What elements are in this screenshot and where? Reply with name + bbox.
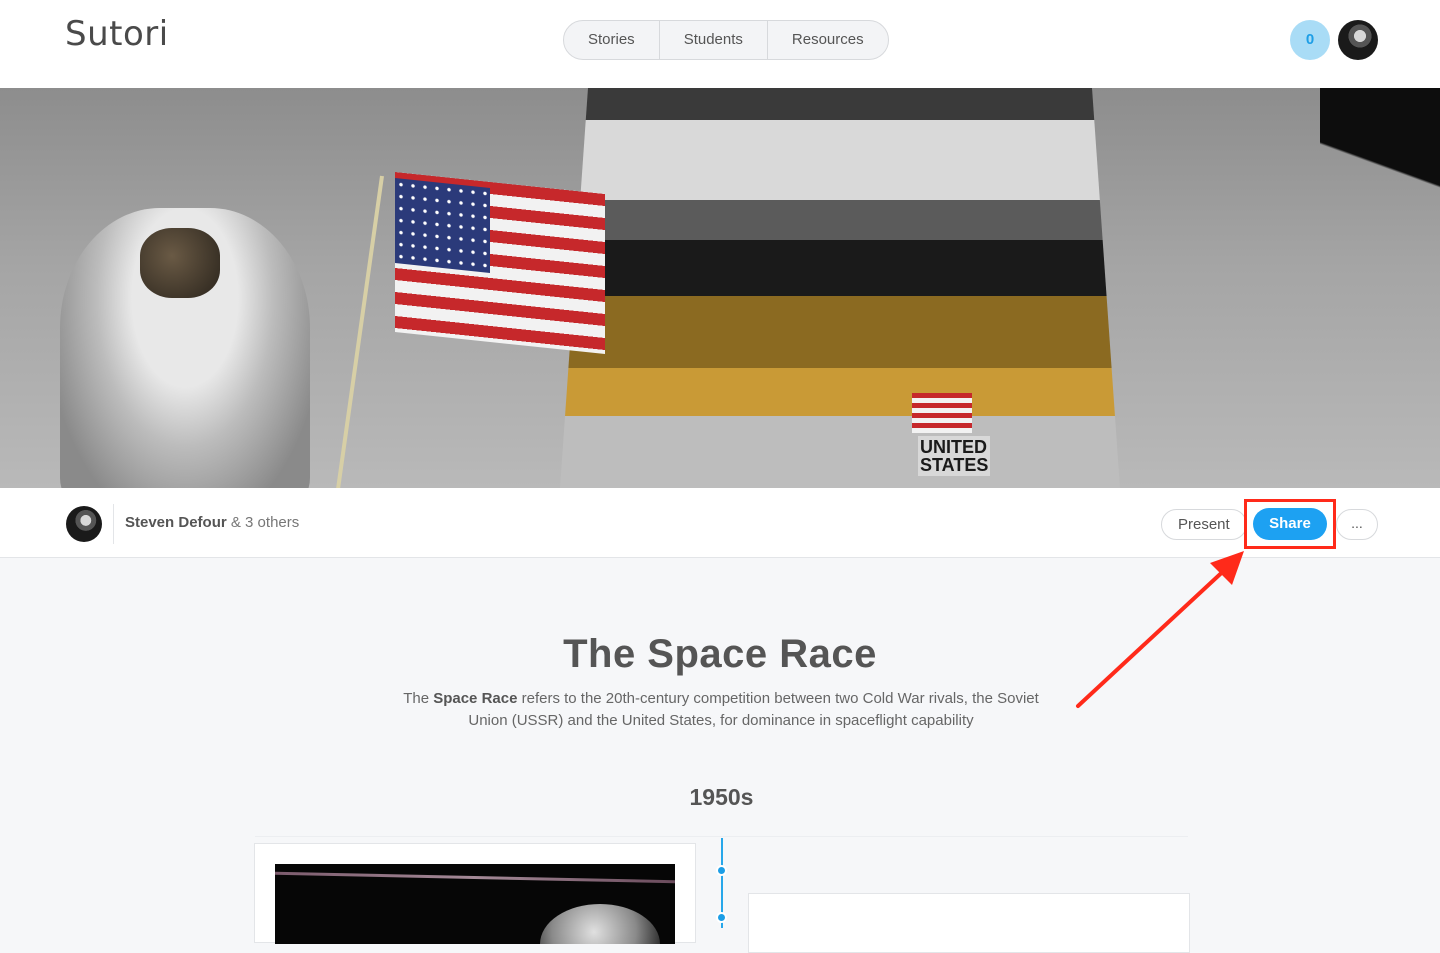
author-line[interactable]: Steven Defour & 3 others — [125, 514, 299, 531]
sutori-logo[interactable]: Sutori — [65, 14, 169, 54]
nav-students[interactable]: Students — [660, 21, 768, 59]
story-description: The Space Race refers to the 20th-centur… — [400, 688, 1042, 732]
desc-bold: Space Race — [433, 690, 518, 707]
nav-resources[interactable]: Resources — [768, 21, 888, 59]
notification-badge[interactable]: 0 — [1290, 20, 1330, 60]
cover-image: UNITED STATES — [0, 88, 1440, 488]
sputnik-antenna — [275, 871, 675, 884]
sputnik-image — [275, 864, 675, 944]
lander-decal-line-2: STATES — [920, 455, 989, 475]
author-name[interactable]: Steven Defour — [125, 514, 227, 531]
astronaut-visor — [140, 228, 220, 298]
era-divider — [255, 836, 1188, 837]
flag-pole — [335, 175, 384, 488]
author-avatar[interactable] — [66, 506, 102, 542]
top-header: Sutori Stories Students Resources 0 — [0, 0, 1440, 88]
lander-flag-decal — [912, 393, 972, 433]
main-nav: Stories Students Resources — [563, 20, 889, 60]
author-others[interactable]: & 3 others — [231, 514, 299, 531]
desc-prefix: The — [403, 690, 434, 707]
lander-decal-line-1: UNITED — [920, 437, 987, 457]
user-avatar[interactable] — [1338, 20, 1378, 60]
annotation-arrow — [1076, 551, 1244, 708]
timeline-card[interactable] — [254, 843, 696, 944]
sputnik-body — [540, 904, 660, 944]
timeline-card[interactable] — [748, 893, 1190, 953]
nav-stories[interactable]: Stories — [564, 21, 660, 59]
lunar-lander — [560, 88, 1120, 488]
flag-stars — [395, 178, 490, 273]
timeline-dot — [716, 865, 727, 876]
era-heading: 1950s — [689, 784, 754, 810]
timeline-dot — [716, 912, 727, 923]
share-button[interactable]: Share — [1253, 508, 1327, 540]
desc-rest: refers to the 20th-century competition b… — [468, 690, 1039, 729]
divider — [113, 504, 114, 544]
more-options-button[interactable]: ... — [1336, 509, 1378, 540]
lander-decal-text: UNITED STATES — [918, 436, 991, 476]
space-sky — [1320, 88, 1440, 288]
story-title: The Space Race — [563, 632, 877, 676]
present-button[interactable]: Present — [1161, 509, 1247, 540]
